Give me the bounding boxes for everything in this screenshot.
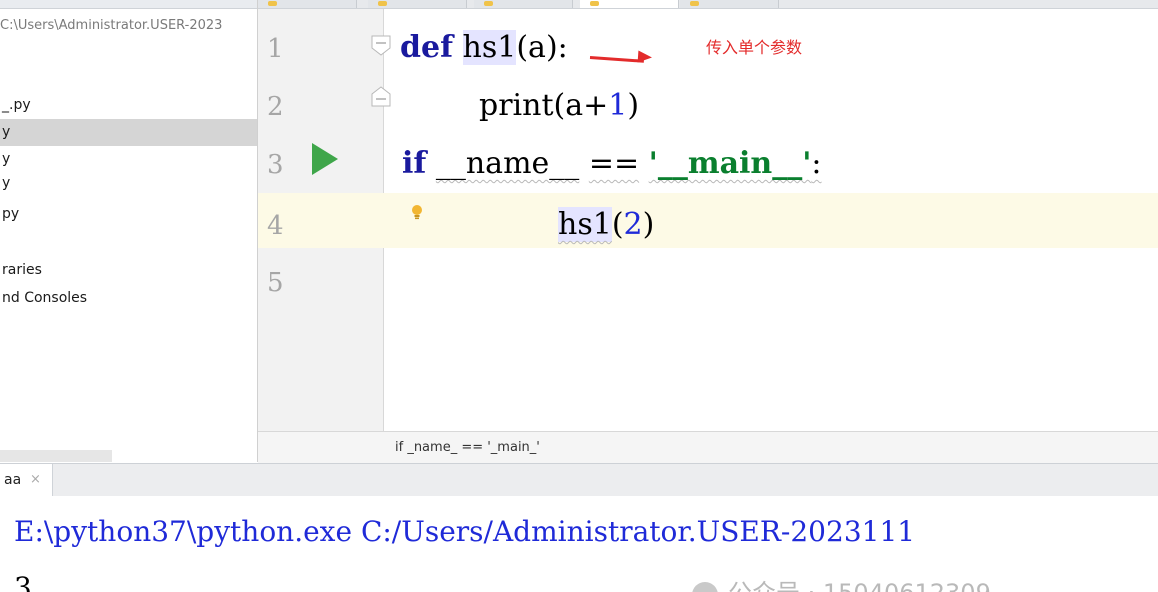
project-toolbar	[0, 0, 257, 9]
python-file-icon	[484, 1, 493, 6]
tree-item-scratches-consoles[interactable]: nd Consoles	[0, 285, 257, 312]
line-number: 4	[267, 211, 284, 241]
code-line-1: def hs1(a):	[400, 30, 568, 65]
close-icon[interactable]: ×	[30, 471, 41, 489]
project-tree: C:\Users\Administrator.USER-2023 _.py y …	[0, 0, 258, 462]
editor-tabs	[258, 0, 1158, 9]
run-tool-window-tabs: aa ×	[0, 463, 1158, 497]
line-number: 3	[267, 150, 284, 180]
ide-window: C:\Users\Administrator.USER-2023 _.py y …	[0, 0, 1158, 592]
lightbulb-icon[interactable]	[411, 205, 423, 221]
tree-item-selected[interactable]: y	[0, 119, 257, 146]
editor-tab[interactable]	[258, 0, 357, 8]
breadcrumb: if _name_ == '_main_'	[258, 431, 1158, 463]
line-number: 2	[267, 92, 284, 122]
line-number: 5	[267, 268, 284, 298]
function-name: hs1	[462, 30, 517, 65]
tree-item-external-libraries[interactable]: raries	[0, 257, 257, 284]
tree-item[interactable]: y	[0, 146, 257, 173]
fold-start-icon[interactable]	[370, 34, 392, 56]
annotation-text: 传入单个参数	[706, 38, 803, 57]
tree-item[interactable]: _.py	[0, 92, 257, 119]
console-output: 3	[14, 571, 32, 592]
code-line-3: if __name__ == '__main__':	[402, 146, 822, 181]
python-file-icon	[690, 1, 699, 6]
python-file-icon	[268, 1, 277, 6]
run-tab-aa[interactable]: aa ×	[0, 464, 53, 496]
editor-tab[interactable]	[368, 0, 467, 8]
tree-item[interactable]: y	[0, 172, 257, 194]
line-number: 1	[267, 34, 284, 64]
editor-tab-active[interactable]	[580, 0, 679, 8]
fold-end-icon[interactable]	[370, 86, 392, 108]
tree-item[interactable]: py	[0, 201, 257, 228]
annotation-arrow-head	[637, 50, 653, 64]
sidebar-scrollbar[interactable]	[0, 450, 112, 462]
run-icon[interactable]	[312, 143, 338, 175]
code-line-2: print(a+1)	[479, 88, 640, 123]
python-file-icon	[590, 1, 599, 6]
console-command: E:\python37\python.exe C:/Users/Administ…	[14, 515, 916, 548]
run-tab-label: aa	[4, 472, 22, 488]
code-line-4: hs1(2)	[558, 207, 655, 242]
watermark-text: 公众号 · 15040612309	[728, 578, 991, 592]
current-line-highlight	[258, 193, 1158, 248]
editor-tab[interactable]	[680, 0, 779, 8]
breadcrumb-item[interactable]: if _name_ == '_main_'	[395, 439, 540, 457]
function-call: hs1	[558, 207, 612, 242]
project-root-path[interactable]: C:\Users\Administrator.USER-2023	[0, 12, 257, 39]
python-file-icon	[378, 1, 387, 6]
editor-tab[interactable]	[474, 0, 573, 8]
project-path-label: C:\Users\Administrator.USER-2023	[0, 18, 223, 33]
